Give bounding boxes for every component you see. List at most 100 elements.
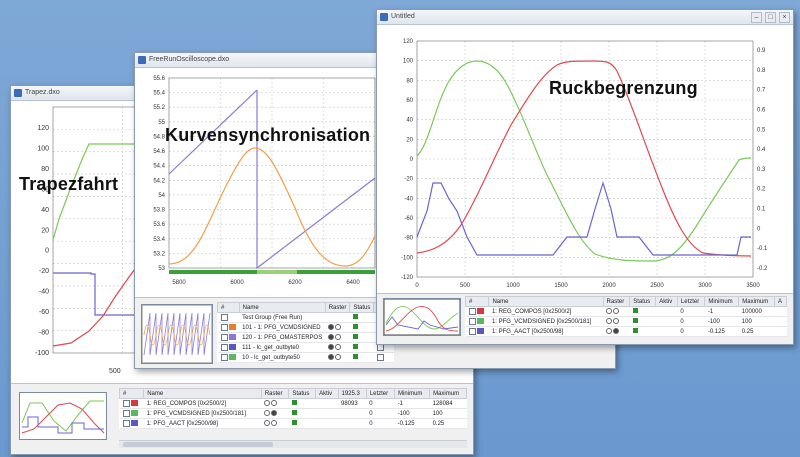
table-row[interactable]: 1: REG_COMPOS [0x2500/2] 0 -1 100000 xyxy=(465,306,787,317)
aktiv-checkbox[interactable] xyxy=(376,353,384,361)
aktiv-cell[interactable] xyxy=(655,316,678,327)
checkbox[interactable] xyxy=(220,323,228,331)
x-tick-label: 0 xyxy=(415,283,419,289)
maximize-icon[interactable]: □ xyxy=(765,12,776,23)
row-select[interactable] xyxy=(465,316,489,327)
table-row[interactable]: 10 - lc_get_outbyte50 xyxy=(217,352,394,363)
ruck-plot[interactable]: 120 100 80 60 40 20 0 -20 -40 -60 -80 -100 -120 0.9 0… xyxy=(377,25,793,293)
aktiv-cell[interactable] xyxy=(655,326,678,337)
signal-name: 120 - 1: PFG_OMASTERPOS xyxy=(239,332,326,343)
column-header[interactable]: Aktiv xyxy=(315,388,339,399)
minimize-icon[interactable]: – xyxy=(751,12,762,23)
column-header[interactable]: Status xyxy=(349,302,375,313)
table-row[interactable]: 1: PFG_VCMDSIGNED [0x2500/181] 0 -100 100 xyxy=(119,408,467,419)
checkbox[interactable] xyxy=(122,399,130,407)
signal-name: Test Group (Free Run) xyxy=(239,312,326,323)
y-tick-label: 0 xyxy=(757,226,761,232)
column-header[interactable]: Name xyxy=(143,388,262,399)
column-header[interactable]: # xyxy=(217,302,240,313)
max-value: 0.25 xyxy=(429,418,467,429)
raster-radio[interactable] xyxy=(603,306,630,317)
table-row[interactable]: Test Group (Free Run) xyxy=(217,312,394,323)
raster-radio[interactable] xyxy=(325,312,350,323)
column-header[interactable]: # xyxy=(464,296,490,307)
y-tick-label: 40 xyxy=(406,118,413,124)
color-swatch xyxy=(229,334,237,341)
y-tick-label: -20 xyxy=(39,268,49,275)
table-row[interactable]: 1: PFG_AACT [0x2500/98] 0 -0.125 0.25 xyxy=(119,418,467,429)
trapez-h-scrollbar[interactable] xyxy=(119,440,467,448)
column-header[interactable]: Name xyxy=(488,296,604,307)
table-row[interactable]: 111 - lc_get_outbyte0 xyxy=(217,342,394,353)
row-select[interactable] xyxy=(217,352,240,363)
row-select[interactable] xyxy=(217,322,240,333)
column-header[interactable]: Maximum xyxy=(738,296,775,307)
checkbox[interactable] xyxy=(220,353,228,361)
y-tick-label: 100 xyxy=(403,59,414,65)
aktiv-cell[interactable] xyxy=(315,398,338,409)
column-header[interactable]: Raster xyxy=(602,296,631,307)
column-header[interactable]: Minimum xyxy=(704,296,740,307)
ruck-titlebar[interactable]: Untitled – □ × xyxy=(377,10,793,25)
column-header[interactable]: Raster xyxy=(260,388,290,399)
raster-radio[interactable] xyxy=(261,418,289,429)
column-header[interactable]: Minimum xyxy=(394,388,431,399)
row-select[interactable] xyxy=(217,312,240,323)
row-select[interactable] xyxy=(119,418,144,429)
column-header[interactable]: A xyxy=(774,296,787,307)
checkbox[interactable] xyxy=(220,333,228,341)
column-header[interactable]: 1925.3 xyxy=(337,388,367,399)
column-header[interactable]: Letzter xyxy=(365,388,396,399)
row-select[interactable] xyxy=(119,398,144,409)
y-tick-label: -120 xyxy=(401,275,414,281)
table-row[interactable]: 1: REG_COMPOS [0x2500/2] 98093 0 -1 128084 xyxy=(119,398,467,409)
table-row[interactable]: 1: PFG_VCMDSIGNED [0x2500/181] 0 -100 100 xyxy=(465,316,787,327)
checkbox[interactable] xyxy=(220,343,228,351)
row-select[interactable] xyxy=(465,326,489,337)
table-row[interactable]: 1: PFG_AACT [0x2500/98] 0 -0.125 0.25 xyxy=(465,326,787,337)
column-header[interactable]: Status xyxy=(288,388,317,399)
raster-radio[interactable] xyxy=(603,316,630,327)
column-header[interactable]: # xyxy=(118,388,145,399)
raster-radio[interactable] xyxy=(261,398,289,409)
row-select[interactable] xyxy=(217,342,240,353)
trapez-minimap[interactable] xyxy=(19,392,107,440)
checkbox[interactable] xyxy=(468,317,476,325)
aktiv-cell[interactable] xyxy=(655,306,678,317)
close-icon[interactable]: × xyxy=(779,12,790,23)
checkbox[interactable] xyxy=(468,327,476,335)
row-select[interactable] xyxy=(465,306,489,317)
aktiv-checkbox[interactable] xyxy=(376,343,384,351)
max-value: 100 xyxy=(429,408,467,419)
aktiv-cell[interactable] xyxy=(315,418,338,429)
table-row[interactable]: 101 - 1: PFG_VCMDSIGNED xyxy=(217,322,394,333)
column-header[interactable]: Status xyxy=(629,296,657,307)
raster-radio[interactable] xyxy=(325,322,350,333)
checkbox[interactable] xyxy=(468,307,476,315)
signal-name: 1: PFG_AACT [0x2500/98] xyxy=(143,418,262,429)
checkbox[interactable] xyxy=(122,409,130,417)
signal-name: 1: REG_COMPOS [0x2500/2] xyxy=(488,306,604,317)
row-select[interactable] xyxy=(217,332,240,343)
color-swatch xyxy=(229,324,237,331)
column-header[interactable]: Maximum xyxy=(429,388,467,399)
column-header[interactable]: Letzter xyxy=(676,296,706,307)
scroll-thumb[interactable] xyxy=(123,442,273,447)
column-header[interactable]: Name xyxy=(238,302,326,313)
raster-radio[interactable] xyxy=(325,342,350,353)
ruck-minimap[interactable] xyxy=(383,298,461,336)
raster-radio[interactable] xyxy=(603,326,630,337)
raster-radio[interactable] xyxy=(325,332,350,343)
table-row[interactable]: 120 - 1: PFG_OMASTERPOS xyxy=(217,332,394,343)
raster-radio[interactable] xyxy=(261,408,289,419)
aktiv-cell[interactable] xyxy=(373,352,394,363)
column-header[interactable]: Raster xyxy=(324,302,351,313)
checkbox[interactable] xyxy=(220,313,228,321)
kurven-minimap[interactable] xyxy=(141,304,213,364)
raster-radio[interactable] xyxy=(325,352,350,363)
y-tick-label: 54.2 xyxy=(153,178,165,184)
aktiv-cell[interactable] xyxy=(315,408,338,419)
checkbox[interactable] xyxy=(122,419,130,427)
row-select[interactable] xyxy=(119,408,144,419)
column-header[interactable]: Aktiv xyxy=(655,296,678,307)
